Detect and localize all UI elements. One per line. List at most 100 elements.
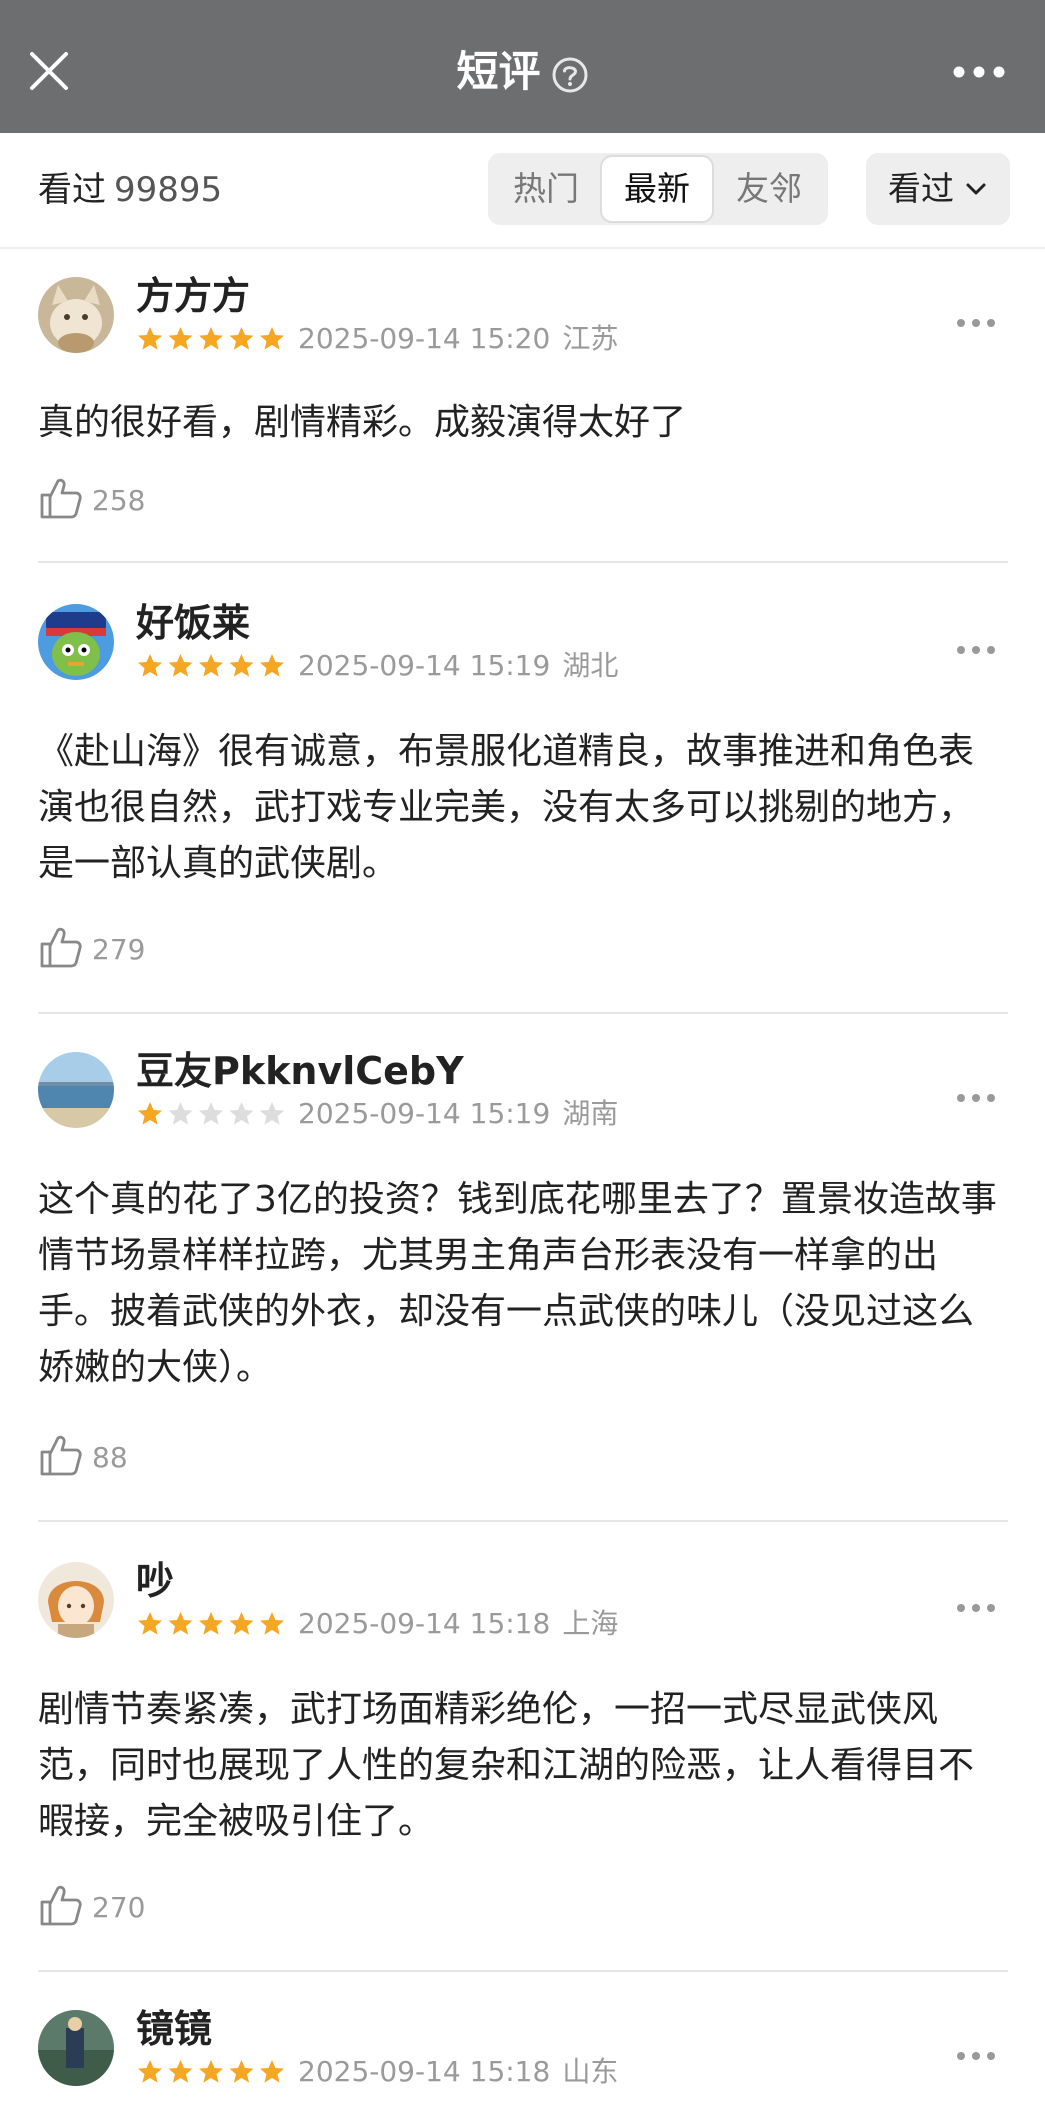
rating-stars <box>136 2058 288 2086</box>
user-name[interactable]: 豆友PkknvlCebY <box>136 1046 464 1096</box>
user-name[interactable]: 吵 <box>136 1556 174 1606</box>
star-filled-icon <box>199 327 223 350</box>
like-count: 88 <box>92 1441 128 1474</box>
user-name[interactable]: 方方方 <box>136 271 250 321</box>
review-more-button[interactable] <box>956 1598 996 1612</box>
avatar-anime-image <box>38 1562 114 1638</box>
page-title: 短评 <box>456 47 541 96</box>
chevron-down-icon <box>966 183 986 195</box>
star-filled-icon <box>229 2060 254 2083</box>
stars-svg <box>138 654 284 677</box>
star-filled-icon <box>168 327 193 350</box>
review-more-button[interactable] <box>956 313 996 327</box>
star-filled-icon <box>138 1102 162 1125</box>
help-button[interactable] <box>551 52 589 92</box>
status-filter-dropdown[interactable]: 看过 <box>866 153 1010 225</box>
star-filled-icon <box>229 1612 254 1635</box>
star-filled-icon <box>260 1612 284 1635</box>
review-item: 豆友PkknvlCebY 2025-09-14 15:19 湖南 这个真的花了3亿… <box>38 1049 1008 1522</box>
review-date: 2025-09-14 15:18 <box>298 1607 551 1640</box>
review-date: 2025-09-14 15:20 <box>298 322 551 355</box>
review-location: 江苏 <box>562 322 619 355</box>
user-name[interactable]: 好饭莱 <box>136 598 250 648</box>
avatar-seascape-image <box>38 1052 114 1128</box>
avatar-cat-image <box>38 277 114 353</box>
star-filled-icon <box>138 1612 162 1635</box>
star-empty-icon <box>199 1102 223 1125</box>
avatar[interactable] <box>38 604 114 680</box>
seen-label: 看过 <box>38 170 106 210</box>
divider <box>38 1012 1008 1014</box>
avatar[interactable] <box>38 1562 114 1638</box>
review-more-button[interactable] <box>956 1088 996 1102</box>
page-title-wrap: 短评 <box>0 44 1045 100</box>
stars-svg <box>138 327 284 350</box>
review-content: 剧情节奏紧凑，武打场面精彩绝伦，一招一式尽显武侠风范，同时也展现了人性的复杂和江… <box>38 1689 975 1842</box>
more-horizontal-icon <box>957 646 995 654</box>
star-empty-icon <box>260 1102 284 1125</box>
star-filled-icon <box>168 2060 193 2083</box>
review-more-button[interactable] <box>956 2046 996 2060</box>
review-item: 好饭莱 2025-09-14 15:19 湖北 《赴山海》很有诚意，布景服化道精良… <box>38 601 1008 1014</box>
star-filled-icon <box>168 1612 193 1635</box>
star-filled-icon <box>168 654 193 677</box>
review-content: 《赴山海》很有诚意，布景服化道精良，故事推进和角色表演也很自然，武打戏专业完美，… <box>38 731 975 884</box>
status-filter-label: 看过 <box>888 169 954 208</box>
review-date: 2025-09-14 15:18 <box>298 2055 551 2088</box>
star-filled-icon <box>138 2060 162 2083</box>
star-filled-icon <box>199 2060 223 2083</box>
rating-stars <box>136 1100 288 1128</box>
tab-hot[interactable]: 热门 <box>494 157 598 221</box>
tab-latest[interactable]: 最新 <box>602 157 712 221</box>
review-item: 方方方 2025-09-14 15:20 江苏 真的很好看，剧情精彩。成毅演得太好… <box>38 274 1008 563</box>
stars-svg <box>138 2060 284 2083</box>
stars-svg <box>138 1102 284 1125</box>
like-count: 279 <box>92 933 146 966</box>
review-date: 2025-09-14 15:19 <box>298 649 551 682</box>
star-empty-icon <box>229 1102 254 1125</box>
review-item: 吵 2025-09-14 15:18 上海 剧情节奏紧凑，武打场面精彩绝伦，一招一… <box>38 1559 1008 1972</box>
tab-friends[interactable]: 友邻 <box>716 157 822 221</box>
more-menu-button[interactable] <box>951 64 1007 80</box>
user-name[interactable]: 镜镜 <box>136 2004 212 2054</box>
avatar-cartoon-image <box>38 604 114 680</box>
star-filled-icon <box>138 327 162 350</box>
sort-tabs: 热门 最新 友邻 <box>488 153 828 225</box>
seen-summary: 看过 99895 <box>38 166 222 214</box>
thumbs-up-icon <box>40 927 82 968</box>
avatar[interactable] <box>38 277 114 353</box>
thumbs-up-icon <box>40 478 82 519</box>
more-horizontal-icon <box>957 1604 995 1612</box>
star-filled-icon <box>229 327 254 350</box>
seen-count: 99895 <box>114 170 223 210</box>
rating-stars <box>136 325 288 353</box>
question-circle-icon <box>552 57 587 92</box>
review-more-button[interactable] <box>956 640 996 654</box>
review-content: 这个真的花了3亿的投资？钱到底花哪里去了？置景妆造故事情节场景样样拉跨，尤其男主… <box>38 1179 997 1388</box>
rating-stars <box>136 652 288 680</box>
divider <box>38 1970 1008 1972</box>
filter-bar: 看过 99895 热门 最新 友邻 看过 <box>0 133 1045 249</box>
avatar-landscape-image <box>38 2010 114 2086</box>
avatar[interactable] <box>38 2010 114 2086</box>
star-empty-icon <box>168 1102 193 1125</box>
review-timestamp: 2025-09-14 15:19 湖南 <box>298 1096 618 1132</box>
star-filled-icon <box>260 327 284 350</box>
review-location: 湖北 <box>562 649 619 682</box>
star-filled-icon <box>229 654 254 677</box>
avatar[interactable] <box>38 1052 114 1128</box>
more-horizontal-icon <box>957 319 995 327</box>
review-timestamp: 2025-09-14 15:18 上海 <box>298 1606 618 1642</box>
more-horizontal-icon <box>957 2052 995 2060</box>
review-location: 上海 <box>562 1607 619 1640</box>
thumbs-up-icon <box>40 1435 82 1476</box>
more-horizontal-icon <box>957 1094 995 1102</box>
rating-stars <box>136 1610 288 1638</box>
review-timestamp: 2025-09-14 15:18 山东 <box>298 2054 618 2090</box>
stars-svg <box>138 1612 284 1635</box>
review-timestamp: 2025-09-14 15:19 湖北 <box>298 648 618 684</box>
divider <box>38 561 1008 563</box>
like-count: 270 <box>92 1891 146 1924</box>
like-count: 258 <box>92 484 146 517</box>
thumbs-up-icon <box>40 1885 82 1926</box>
